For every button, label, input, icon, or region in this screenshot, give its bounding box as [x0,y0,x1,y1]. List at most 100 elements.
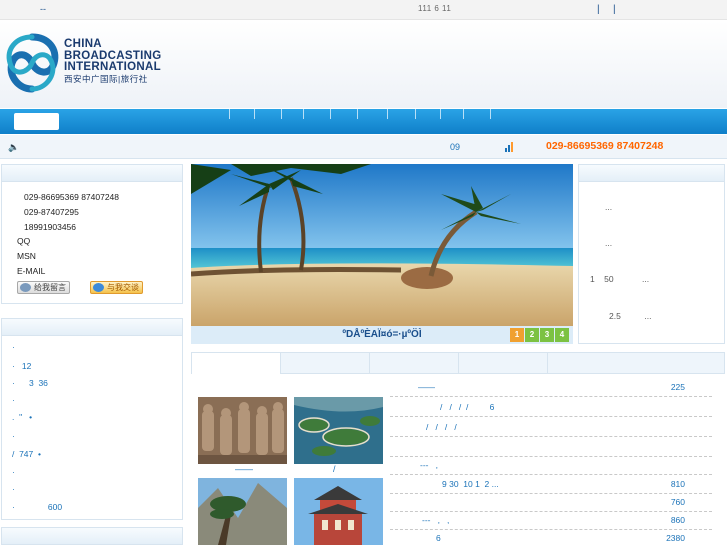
route-row[interactable]: 6 2380 [390,528,712,545]
left-list-item[interactable]: · [12,342,15,352]
thumb-caption-left[interactable]: —— [235,464,253,474]
right-news-item[interactable]: ... [605,202,612,212]
route-price: 225 [670,382,685,392]
beach-palm-image [191,164,573,326]
banner-page-4[interactable]: 4 [555,328,569,342]
route-price: 760 [670,497,685,507]
route-title[interactable]: / / / / 6 [440,402,494,412]
contact-phone-1: 029-86695369 87407248 [24,192,120,202]
island-lake-thumb[interactable] [294,397,383,464]
right-news-item[interactable]: ... [605,238,612,248]
left-list-item[interactable]: · 600 [12,502,62,512]
left-bottom-panel [1,527,183,545]
contact-panel: 029-86695369 87407248 029-87407295 18991… [1,164,183,304]
nav-divider [330,109,331,119]
route-row[interactable]: / / / / [390,417,712,437]
nav-divider [303,109,304,119]
chat-button[interactable]: 与我交谈 [90,281,143,294]
route-row[interactable]: —— 225 [390,377,712,397]
left-list-item[interactable]: · 12 [12,361,31,371]
left-list-item[interactable]: · [12,484,15,494]
route-price: 2380 [666,533,685,543]
tab-1[interactable] [192,353,281,374]
route-row[interactable]: / / / / 6 [390,397,712,417]
speaker-icon: 🔈 [8,142,20,152]
signal-bars-icon [505,142,513,152]
left-list-item[interactable]: · [12,395,15,405]
mountain-pine-thumb[interactable] [198,478,287,545]
info-date-text: 09 [450,142,461,152]
nav-divider [387,109,388,119]
left-list-panel: · · 12 · 3 36 · . " • · / 747 • · · · 60… [1,318,183,520]
temple-building-thumb[interactable] [294,478,383,545]
left-bottom-panel-header [2,528,182,545]
right-news-header [579,165,724,182]
left-list-item[interactable]: · 3 36 [12,378,48,388]
right-news-item[interactable]: 1 50 ... [590,274,649,284]
left-list-item[interactable]: · [12,431,15,441]
top-bar-separator: | [613,4,616,15]
main-nav [0,109,727,134]
left-list-item[interactable]: . " • [12,412,32,422]
terracotta-warriors-image [198,397,287,464]
right-news-panel: ... ... 1 50 ... 2.5 ... [578,164,725,344]
hero-banner[interactable] [191,164,573,326]
logo-line-chinese: 西安中广国际|旅行社 [64,73,148,84]
nav-divider [281,109,282,119]
route-price: 860 [670,515,685,525]
banner-caption-bar: ºDÅºÈAÏ¤ó=·µºÖÌ 1 2 3 4 [191,326,573,344]
top-bar: -- 111 6 11 | | [0,0,727,20]
tab-3[interactable] [370,353,459,374]
info-bar: 🔈 09 029-86695369 87407248 [0,135,727,159]
route-title[interactable]: --- , [420,460,438,470]
left-list-item[interactable]: / 747 • [12,449,41,459]
top-bar-separator: | [597,4,600,15]
nav-divider [415,109,416,119]
route-row[interactable]: --- , [390,455,712,475]
route-title[interactable]: —— [418,382,435,392]
thumb-caption-right[interactable]: / [333,464,336,474]
right-news-item[interactable]: 2.5 ... [609,311,652,321]
contact-qq-label: QQ [17,236,31,246]
route-row[interactable] [390,437,712,457]
terracotta-warriors-thumb[interactable] [198,397,287,464]
leave-message-button[interactable]: 给我留言 [17,281,70,294]
contact-panel-header [2,165,182,182]
nav-divider [254,109,255,119]
route-row[interactable]: --- , , 860 [390,510,712,530]
top-bar-left-text[interactable]: -- [40,4,46,14]
site-logo[interactable]: CHINA BROADCASTING INTERNATIONAL 西安中广国际|… [2,33,197,103]
tab-2[interactable] [281,353,370,374]
route-title[interactable]: / / / / [426,422,457,432]
route-row[interactable]: 760 [390,492,712,512]
banner-page-3[interactable]: 3 [540,328,554,342]
tab-4[interactable] [459,353,548,374]
left-list-item[interactable]: · [12,467,15,477]
temple-building-image [294,478,383,545]
site-header: CHINA BROADCASTING INTERNATIONAL 西安中广国际|… [0,21,727,108]
logo-text: CHINA BROADCASTING INTERNATIONAL 西安中广国际|… [64,38,162,85]
logo-knot-icon [6,33,59,93]
route-row[interactable]: 9 30 10 1 2 ... 810 [390,474,712,494]
banner-page-2[interactable]: 2 [525,328,539,342]
nav-divider [463,109,464,119]
message-icon [20,283,31,292]
top-bar-date-text: 111 6 11 [418,4,452,13]
mountain-pine-image [198,478,287,545]
route-tabs [191,352,725,374]
route-title[interactable]: 6 [436,533,441,543]
chat-icon [93,283,104,292]
route-price: 810 [670,479,685,489]
contact-msn-label: MSN [17,251,36,261]
contact-phone-2: 029-87407295 [24,207,79,217]
contact-phone-3: 18991903456 [24,222,77,232]
banner-page-1[interactable]: 1 [510,328,524,342]
route-title[interactable]: 9 30 10 1 2 ... [442,479,499,489]
left-list-header [2,319,182,336]
nav-divider [357,109,358,119]
route-title[interactable]: --- , , [422,515,449,525]
nav-item-home[interactable] [14,113,59,130]
chat-label: 与我交谈 [107,283,139,292]
leave-message-label: 给我留言 [34,283,66,292]
logo-line-international: INTERNATIONAL [64,61,161,73]
